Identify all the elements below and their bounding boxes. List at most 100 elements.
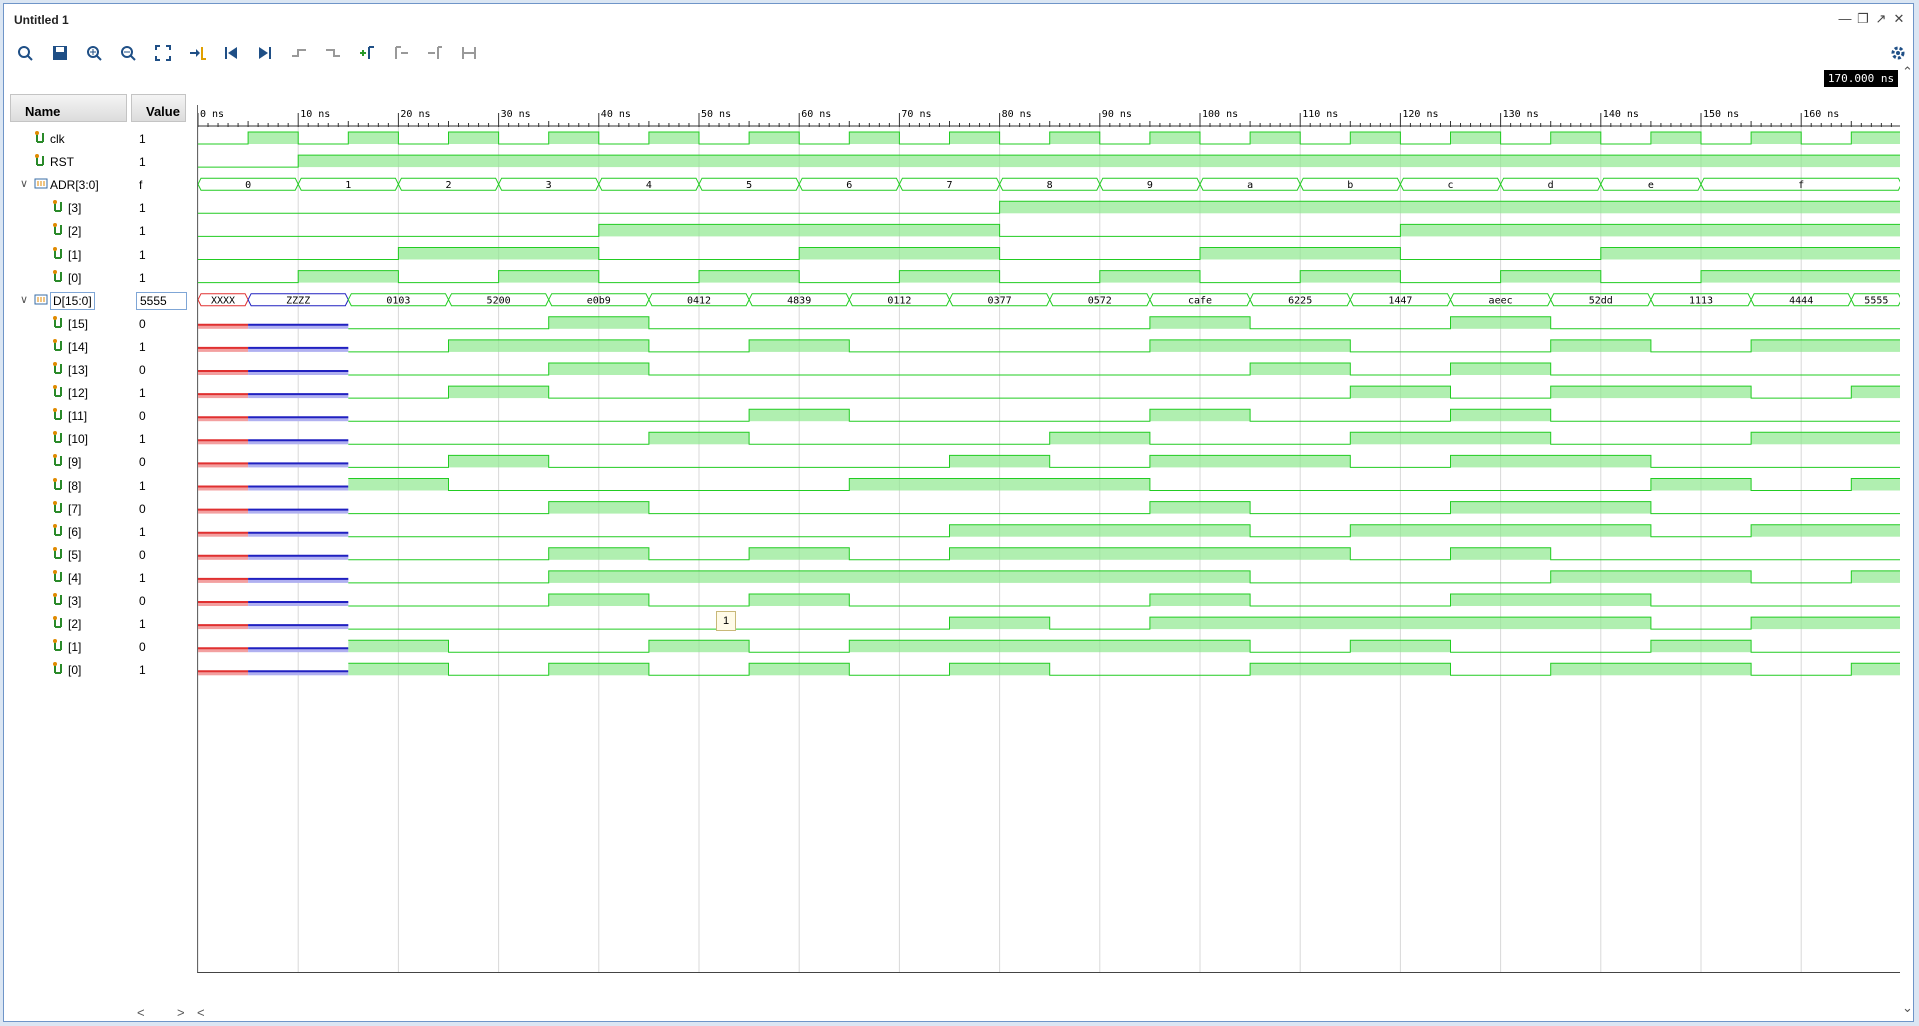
signal-row-d2[interactable]: [2] 1 <box>10 613 190 634</box>
bit-signal-icon <box>52 546 66 561</box>
signal-row-d11[interactable]: [11] 0 <box>10 405 190 426</box>
time-tick-label: 30 ns <box>501 109 531 120</box>
vertical-scrollbar[interactable]: ⌃ ⌄ <box>1902 64 1915 1016</box>
signal-name: [14] <box>68 339 89 354</box>
signal-row-adr1[interactable]: [1] 1 <box>10 244 190 265</box>
save-icon[interactable] <box>49 42 71 64</box>
swap-cursors-icon[interactable] <box>458 42 480 64</box>
signal-value: 1 <box>139 478 146 493</box>
maximize-icon[interactable]: ↗ <box>1873 11 1889 27</box>
signal-row-d14[interactable]: [14] 1 <box>10 336 190 357</box>
adr-bus-value-label: 8 <box>1047 180 1053 191</box>
signal-row-adr[interactable]: ∨ ADR[3:0] f <box>10 174 190 195</box>
signal-name: [8] <box>68 478 82 493</box>
previous-marker-icon[interactable] <box>390 42 412 64</box>
signal-row-d10[interactable]: [10] 1 <box>10 428 190 449</box>
signal-value: 0 <box>139 640 146 655</box>
adr-bus-value-label: 5 <box>746 180 752 191</box>
signal-name: ADR[3:0] <box>50 178 99 193</box>
signal-row-d3[interactable]: [3] 0 <box>10 590 190 611</box>
signal-value: 1 <box>139 386 146 401</box>
signal-row-d5[interactable]: [5] 0 <box>10 544 190 565</box>
d7-fill <box>548 501 649 514</box>
signal-row-d15[interactable]: [15] 0 <box>10 313 190 334</box>
bit-signal-icon <box>52 661 66 676</box>
signal-row-d6[interactable]: [6] 1 <box>10 521 190 542</box>
signal-row-d9[interactable]: [9] 0 <box>10 451 190 472</box>
waveform-canvas[interactable]: 0 ns 10 ns 20 ns 30 ns 40 ns 50 ns 60 ns 70 ns 8… <box>197 105 1900 973</box>
goto-cursor-icon[interactable] <box>187 42 209 64</box>
d-bus-value-label: 1447 <box>1388 296 1412 307</box>
value-column-header[interactable]: Value <box>131 94 186 122</box>
scroll-right-icon[interactable]: > <box>177 1005 185 1020</box>
signal-row-d0[interactable]: [0] 1 <box>10 659 190 680</box>
clk-wave-fill <box>1450 132 1501 144</box>
add-marker-icon[interactable] <box>356 42 378 64</box>
d8-fill <box>849 478 1150 491</box>
clk-wave-fill <box>1550 132 1601 144</box>
zoom-out-icon[interactable] <box>117 42 139 64</box>
signal-row-rst[interactable]: RST 1 <box>10 151 190 172</box>
next-transition-icon[interactable] <box>322 42 344 64</box>
signal-row-d13[interactable]: [13] 0 <box>10 359 190 380</box>
d9-fill <box>448 455 549 468</box>
signal-name: clk <box>50 132 65 146</box>
d3-fill <box>749 594 850 606</box>
go-to-end-icon[interactable] <box>254 42 276 64</box>
cursor-marker-tag[interactable]: 1 <box>716 611 736 631</box>
time-tick-label: 80 ns <box>1002 109 1032 120</box>
signal-row-d4[interactable]: [4] 1 <box>10 567 190 588</box>
adr1-wave-fill <box>1600 247 1900 260</box>
adr0-wave-fill <box>1099 270 1200 283</box>
next-marker-icon[interactable] <box>424 42 446 64</box>
bit-signal-icon <box>52 569 66 584</box>
scroll-down-icon[interactable]: ⌄ <box>1902 1000 1913 1016</box>
d13-fill <box>1250 363 1351 375</box>
restore-icon[interactable]: ❐ <box>1855 11 1871 27</box>
d-bus-value-label: 0412 <box>687 296 711 307</box>
zoom-in-icon[interactable] <box>83 42 105 64</box>
signal-row-d8[interactable]: [8] 1 <box>10 475 190 496</box>
signal-row-d[interactable]: ∨ D[15:0] 5555 <box>10 290 190 311</box>
previous-transition-icon[interactable] <box>288 42 310 64</box>
search-icon[interactable] <box>14 42 36 64</box>
go-to-start-icon[interactable] <box>220 42 242 64</box>
clk-wave-fill <box>1250 132 1301 144</box>
signal-value: 1 <box>139 339 146 354</box>
bus-signal-icon <box>34 176 48 191</box>
d-bus-value-label: 0112 <box>887 296 911 307</box>
signal-row-d1[interactable]: [1] 0 <box>10 636 190 657</box>
close-icon[interactable]: ✕ <box>1891 11 1907 27</box>
wave-scroll-left-icon[interactable]: < <box>197 1005 205 1020</box>
signal-row-d7[interactable]: [7] 0 <box>10 498 190 519</box>
clk-wave-fill <box>548 132 599 144</box>
horizontal-scrollbar[interactable]: < > < <box>137 1005 1897 1021</box>
expand-chevron-icon[interactable]: ∨ <box>20 293 30 306</box>
adr0-wave-fill <box>1300 270 1401 283</box>
signal-row-adr0[interactable]: [0] 1 <box>10 267 190 288</box>
time-tick-label: 160 ns <box>1803 109 1839 120</box>
scroll-left-icon[interactable]: < <box>137 1005 145 1020</box>
d15-fill <box>548 316 649 329</box>
adr-bus-value-label: 0 <box>245 180 251 191</box>
minimize-icon[interactable]: — <box>1837 11 1853 27</box>
signal-row-adr3[interactable]: [3] 1 <box>10 197 190 218</box>
signal-row-adr2[interactable]: [2] 1 <box>10 220 190 241</box>
zoom-fit-icon[interactable] <box>152 42 174 64</box>
signal-name: [15] <box>68 316 89 331</box>
scroll-up-icon[interactable]: ⌃ <box>1902 64 1913 80</box>
adr1-wave-fill <box>799 247 1000 260</box>
d9-wave <box>348 454 1900 468</box>
d9-fill <box>1450 455 1651 468</box>
gear-icon[interactable] <box>1887 42 1909 64</box>
signal-value: f <box>139 178 143 193</box>
signal-row-clk[interactable]: clk 1 <box>10 128 190 149</box>
signal-row-d12[interactable]: [12] 1 <box>10 382 190 403</box>
name-column-header[interactable]: Name <box>10 94 127 122</box>
cursor-time-readout: 170.000 ns <box>1824 70 1898 87</box>
d14-fill <box>749 339 850 352</box>
expand-chevron-icon[interactable]: ∨ <box>20 177 30 190</box>
signal-value: 0 <box>139 501 146 516</box>
time-tick-label: 60 ns <box>801 109 831 120</box>
time-tick-label: 150 ns <box>1703 109 1739 120</box>
